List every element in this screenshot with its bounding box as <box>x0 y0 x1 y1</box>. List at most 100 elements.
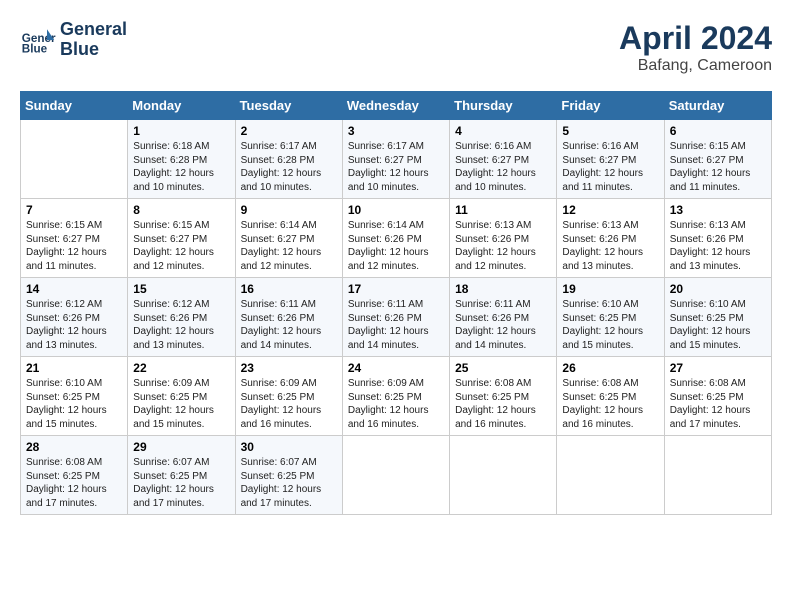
day-number: 29 <box>133 440 229 454</box>
calendar-cell: 2Sunrise: 6:17 AM Sunset: 6:28 PM Daylig… <box>235 120 342 199</box>
day-number: 1 <box>133 124 229 138</box>
calendar-cell: 23 Sunrise: 6:09 AM Sunset: 6:25 PM Dayli… <box>235 357 342 436</box>
day-info: Sunrise: 6:15 AM Sunset: 6:27 PM Dayligh… <box>670 140 766 194</box>
column-header-friday: Friday <box>557 92 664 120</box>
calendar-cell: 13 Sunrise: 6:13 AM Sunset: 6:26 PM Dayli… <box>664 199 771 278</box>
day-info: Sunrise: 6:12 AM Sunset: 6:26 PM Dayligh… <box>133 298 229 352</box>
day-number: 12 <box>562 203 658 217</box>
day-info: Sunrise: 6:14 AM Sunset: 6:26 PM Dayligh… <box>348 219 444 273</box>
page-header: General Blue General Blue April 2024 Baf… <box>20 20 772 75</box>
day-number: 26 <box>562 361 658 375</box>
day-number: 24 <box>348 361 444 375</box>
column-header-sunday: Sunday <box>21 92 128 120</box>
calendar-cell: 17 Sunrise: 6:11 AM Sunset: 6:26 PM Dayli… <box>342 278 449 357</box>
week-row-4: 21 Sunrise: 6:10 AM Sunset: 6:25 PM Dayli… <box>21 357 772 436</box>
day-info: Sunrise: 6:10 AM Sunset: 6:25 PM Dayligh… <box>562 298 658 352</box>
day-info: Sunrise: 6:09 AM Sunset: 6:25 PM Dayligh… <box>348 377 444 431</box>
calendar-cell: 19 Sunrise: 6:10 AM Sunset: 6:25 PM Dayli… <box>557 278 664 357</box>
day-info: Sunrise: 6:10 AM Sunset: 6:25 PM Dayligh… <box>26 377 122 431</box>
calendar-cell: 12Sunrise: 6:13 AM Sunset: 6:26 PM Dayli… <box>557 199 664 278</box>
day-number: 23 <box>241 361 337 375</box>
day-number: 19 <box>562 282 658 296</box>
calendar-cell: 8 Sunrise: 6:15 AM Sunset: 6:27 PM Daylig… <box>128 199 235 278</box>
day-number: 20 <box>670 282 766 296</box>
calendar-cell: 24 Sunrise: 6:09 AM Sunset: 6:25 PM Dayli… <box>342 357 449 436</box>
calendar-cell: 21 Sunrise: 6:10 AM Sunset: 6:25 PM Dayli… <box>21 357 128 436</box>
calendar-cell: 11Sunrise: 6:13 AM Sunset: 6:26 PM Dayli… <box>450 199 557 278</box>
day-number: 7 <box>26 203 122 217</box>
column-header-saturday: Saturday <box>664 92 771 120</box>
day-number: 3 <box>348 124 444 138</box>
column-header-tuesday: Tuesday <box>235 92 342 120</box>
sub-title: Bafang, Cameroon <box>619 57 772 75</box>
day-number: 28 <box>26 440 122 454</box>
day-info: Sunrise: 6:10 AM Sunset: 6:25 PM Dayligh… <box>670 298 766 352</box>
day-number: 8 <box>133 203 229 217</box>
calendar-cell: 9 Sunrise: 6:14 AM Sunset: 6:27 PM Daylig… <box>235 199 342 278</box>
day-info: Sunrise: 6:17 AM Sunset: 6:27 PM Dayligh… <box>348 140 444 194</box>
calendar-cell: 5Sunrise: 6:16 AM Sunset: 6:27 PM Daylig… <box>557 120 664 199</box>
day-number: 30 <box>241 440 337 454</box>
day-number: 2 <box>241 124 337 138</box>
calendar-cell <box>557 436 664 515</box>
calendar-cell <box>342 436 449 515</box>
calendar-cell: 4 Sunrise: 6:16 AM Sunset: 6:27 PM Daylig… <box>450 120 557 199</box>
day-number: 27 <box>670 361 766 375</box>
day-info: Sunrise: 6:12 AM Sunset: 6:26 PM Dayligh… <box>26 298 122 352</box>
day-number: 18 <box>455 282 551 296</box>
calendar-cell: 15 Sunrise: 6:12 AM Sunset: 6:26 PM Dayli… <box>128 278 235 357</box>
column-header-thursday: Thursday <box>450 92 557 120</box>
main-title: April 2024 <box>619 20 772 57</box>
calendar-cell <box>664 436 771 515</box>
calendar-cell <box>21 120 128 199</box>
calendar-cell: 14 Sunrise: 6:12 AM Sunset: 6:26 PM Dayli… <box>21 278 128 357</box>
day-number: 6 <box>670 124 766 138</box>
week-row-1: 1 Sunrise: 6:18 AM Sunset: 6:28 PM Daylig… <box>21 120 772 199</box>
calendar-cell: 28 Sunrise: 6:08 AM Sunset: 6:25 PM Dayli… <box>21 436 128 515</box>
day-number: 9 <box>241 203 337 217</box>
day-number: 14 <box>26 282 122 296</box>
calendar-cell: 27 Sunrise: 6:08 AM Sunset: 6:25 PM Dayli… <box>664 357 771 436</box>
day-info: Sunrise: 6:07 AM Sunset: 6:25 PM Dayligh… <box>241 456 337 510</box>
calendar-cell: 29 Sunrise: 6:07 AM Sunset: 6:25 PM Dayli… <box>128 436 235 515</box>
column-header-monday: Monday <box>128 92 235 120</box>
day-info: Sunrise: 6:08 AM Sunset: 6:25 PM Dayligh… <box>26 456 122 510</box>
day-number: 21 <box>26 361 122 375</box>
day-info: Sunrise: 6:08 AM Sunset: 6:25 PM Dayligh… <box>670 377 766 431</box>
day-info: Sunrise: 6:16 AM Sunset: 6:27 PM Dayligh… <box>455 140 551 194</box>
day-number: 17 <box>348 282 444 296</box>
calendar-cell: 3 Sunrise: 6:17 AM Sunset: 6:27 PM Daylig… <box>342 120 449 199</box>
day-number: 11 <box>455 203 551 217</box>
day-info: Sunrise: 6:09 AM Sunset: 6:25 PM Dayligh… <box>133 377 229 431</box>
calendar-cell: 26 Sunrise: 6:08 AM Sunset: 6:25 PM Dayli… <box>557 357 664 436</box>
day-info: Sunrise: 6:14 AM Sunset: 6:27 PM Dayligh… <box>241 219 337 273</box>
day-info: Sunrise: 6:15 AM Sunset: 6:27 PM Dayligh… <box>26 219 122 273</box>
day-number: 4 <box>455 124 551 138</box>
day-number: 13 <box>670 203 766 217</box>
day-info: Sunrise: 6:08 AM Sunset: 6:25 PM Dayligh… <box>455 377 551 431</box>
day-number: 15 <box>133 282 229 296</box>
day-info: Sunrise: 6:11 AM Sunset: 6:26 PM Dayligh… <box>348 298 444 352</box>
day-info: Sunrise: 6:15 AM Sunset: 6:27 PM Dayligh… <box>133 219 229 273</box>
day-number: 22 <box>133 361 229 375</box>
day-info: Sunrise: 6:08 AM Sunset: 6:25 PM Dayligh… <box>562 377 658 431</box>
calendar-cell: 22 Sunrise: 6:09 AM Sunset: 6:25 PM Dayli… <box>128 357 235 436</box>
calendar-cell: 6 Sunrise: 6:15 AM Sunset: 6:27 PM Daylig… <box>664 120 771 199</box>
calendar-cell: 16Sunrise: 6:11 AM Sunset: 6:26 PM Dayli… <box>235 278 342 357</box>
day-number: 25 <box>455 361 551 375</box>
week-row-5: 28 Sunrise: 6:08 AM Sunset: 6:25 PM Dayli… <box>21 436 772 515</box>
day-info: Sunrise: 6:13 AM Sunset: 6:26 PM Dayligh… <box>670 219 766 273</box>
title-block: April 2024 Bafang, Cameroon <box>619 20 772 75</box>
logo-text: General Blue <box>60 20 127 60</box>
day-info: Sunrise: 6:09 AM Sunset: 6:25 PM Dayligh… <box>241 377 337 431</box>
day-number: 5 <box>562 124 658 138</box>
calendar-cell: 25 Sunrise: 6:08 AM Sunset: 6:25 PM Dayli… <box>450 357 557 436</box>
logo-icon: General Blue <box>20 22 56 58</box>
calendar-table: SundayMondayTuesdayWednesdayThursdayFrid… <box>20 91 772 515</box>
day-info: Sunrise: 6:18 AM Sunset: 6:28 PM Dayligh… <box>133 140 229 194</box>
day-info: Sunrise: 6:07 AM Sunset: 6:25 PM Dayligh… <box>133 456 229 510</box>
calendar-cell: 18 Sunrise: 6:11 AM Sunset: 6:26 PM Dayli… <box>450 278 557 357</box>
day-info: Sunrise: 6:11 AM Sunset: 6:26 PM Dayligh… <box>455 298 551 352</box>
week-row-2: 7 Sunrise: 6:15 AM Sunset: 6:27 PM Daylig… <box>21 199 772 278</box>
day-info: Sunrise: 6:11 AM Sunset: 6:26 PM Dayligh… <box>241 298 337 352</box>
